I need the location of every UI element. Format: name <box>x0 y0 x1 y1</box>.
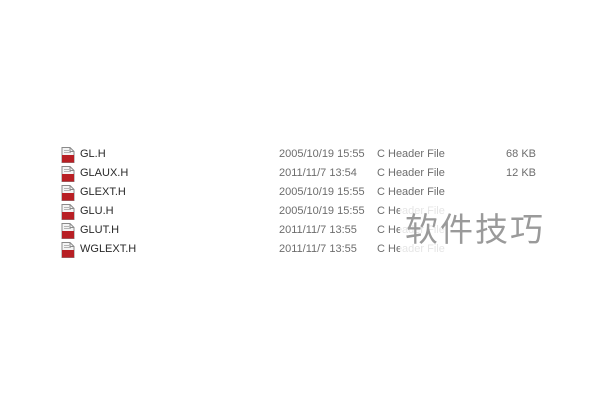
file-row-glu-h[interactable]: GLU.H 2005/10/19 15:55 C Header File <box>61 203 581 222</box>
file-row-glaux-h[interactable]: GLAUX.H 2011/11/7 13:54 C Header File 12… <box>61 165 581 184</box>
file-name: GLU.H <box>80 205 114 217</box>
file-date-modified: 2011/11/7 13:55 <box>279 224 357 236</box>
file-name: WGLEXT.H <box>80 243 137 255</box>
c-header-file-icon <box>61 223 75 239</box>
c-header-file-icon <box>61 166 75 182</box>
file-row-wglext-h[interactable]: WGLEXT.H 2011/11/7 13:55 C Header File <box>61 241 581 260</box>
file-type: C Header File <box>377 224 445 236</box>
file-name: GLEXT.H <box>80 186 126 198</box>
file-type: C Header File <box>377 205 445 217</box>
file-size: 68 KB <box>506 148 536 160</box>
file-type: C Header File <box>377 148 445 160</box>
file-date-modified: 2011/11/7 13:55 <box>279 243 357 255</box>
file-size: 12 KB <box>506 167 536 179</box>
file-row-gl-h[interactable]: GL.H 2005/10/19 15:55 C Header File 68 K… <box>61 146 581 165</box>
c-header-file-icon <box>61 147 75 163</box>
file-list: GL.H 2005/10/19 15:55 C Header File 68 K… <box>61 146 581 260</box>
file-name: GLUT.H <box>80 224 120 236</box>
file-type: C Header File <box>377 186 445 198</box>
file-name: GLAUX.H <box>80 167 129 179</box>
file-date-modified: 2005/10/19 15:55 <box>279 205 365 217</box>
file-date-modified: 2011/11/7 13:54 <box>279 167 357 179</box>
file-row-glut-h[interactable]: GLUT.H 2011/11/7 13:55 C Header File <box>61 222 581 241</box>
c-header-file-icon <box>61 204 75 220</box>
c-header-file-icon <box>61 242 75 258</box>
file-type: C Header File <box>377 167 445 179</box>
file-row-glext-h[interactable]: GLEXT.H 2005/10/19 15:55 C Header File <box>61 184 581 203</box>
file-name: GL.H <box>80 148 106 160</box>
c-header-file-icon <box>61 185 75 201</box>
file-date-modified: 2005/10/19 15:55 <box>279 148 365 160</box>
file-type: C Header File <box>377 243 445 255</box>
file-date-modified: 2005/10/19 15:55 <box>279 186 365 198</box>
